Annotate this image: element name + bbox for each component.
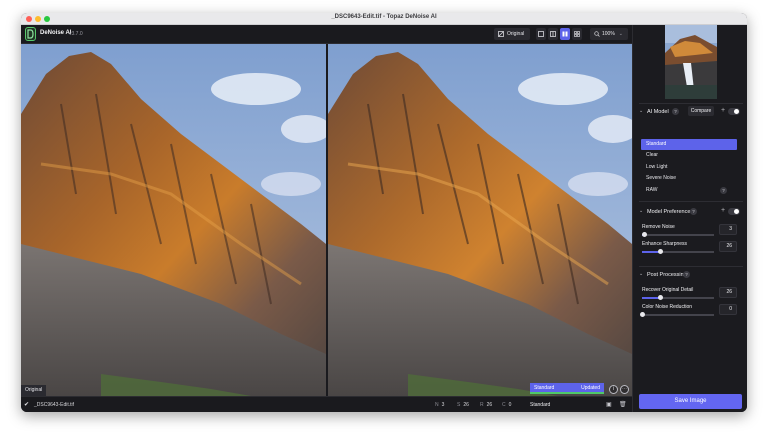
zoom-icon [594, 31, 600, 37]
model-option-standard[interactable]: Standard [641, 139, 737, 150]
chevron-down-icon[interactable]: ⌄ [639, 271, 643, 277]
single-view-button[interactable] [536, 28, 546, 40]
plus-icon[interactable]: + [721, 107, 725, 114]
show-original-button[interactable]: Original [494, 28, 530, 40]
slider-knob[interactable] [658, 295, 664, 300]
color-noise-slider[interactable] [639, 312, 714, 317]
original-preview-pane[interactable]: Original [21, 44, 326, 396]
help-icon[interactable]: ? [672, 108, 679, 115]
more-options-icon[interactable]: ⋯ [620, 385, 629, 394]
model-preferences-section-header: ⌄ Model Preferences ? + [639, 206, 743, 218]
app-logo-icon [25, 27, 36, 41]
app-window: _DSC9643-Edit.tif - Topaz DeNoise AI DeN… [21, 13, 747, 412]
compare-icon [498, 31, 504, 37]
enhance-sharpness-slider[interactable] [642, 249, 714, 254]
enhance-sharpness-value[interactable]: 26 [719, 241, 737, 252]
title-bar: _DSC9643-Edit.tif - Topaz DeNoise AI [21, 13, 747, 25]
ai-model-title: AI Model [647, 109, 669, 115]
camera-icon[interactable]: ▣ [606, 401, 612, 408]
divider [639, 201, 743, 202]
bottom-bar: ✔ _DSC9643-Edit.tif N3 S 26 R 26 C0 Standa… [21, 396, 632, 412]
model-preferences-toggle[interactable] [728, 208, 740, 215]
save-image-button[interactable]: Save Image [639, 394, 742, 409]
processed-preview-pane[interactable]: Standard Updated i ⋯ [328, 44, 632, 396]
stat-noise: N3 [435, 402, 445, 408]
chevron-down-icon[interactable]: ⌄ [639, 108, 643, 114]
post-processing-title: Post Processing [647, 272, 687, 278]
status-state: Updated [581, 385, 600, 391]
navigator-thumbnail[interactable] [665, 25, 717, 99]
app-version: v3.7.0 [69, 30, 83, 37]
remove-noise-value[interactable]: 3 [719, 224, 737, 235]
trash-icon[interactable]: 🗑 [619, 401, 627, 408]
slider-knob[interactable] [658, 249, 664, 254]
enhance-sharpness-label: Enhance Sharpness [642, 241, 688, 247]
window-title: _DSC9643-Edit.tif - Topaz DeNoise AI [331, 14, 437, 20]
stat-color: C0 [502, 402, 512, 408]
recover-detail-slider[interactable] [642, 295, 714, 300]
model-preferences-title: Model Preferences [647, 209, 694, 215]
show-original-label: Original [507, 31, 525, 37]
model-option-severe-noise[interactable]: Severe Noise [641, 173, 737, 184]
checkmark-icon[interactable]: ✔ [24, 401, 29, 408]
remove-noise-slider[interactable] [641, 232, 714, 237]
plus-icon[interactable]: + [721, 207, 725, 214]
remove-noise-label: Remove Noise [642, 224, 675, 230]
side-by-side-icon [562, 31, 568, 37]
single-view-icon [538, 31, 544, 37]
ai-model-toggle[interactable] [728, 108, 740, 115]
recover-detail-value[interactable]: 26 [719, 287, 737, 298]
processing-status-tag: Standard Updated [530, 383, 604, 394]
help-icon[interactable]: ? [690, 208, 697, 215]
slider-knob[interactable] [639, 312, 645, 317]
chevron-down-icon[interactable]: ⌄ [639, 208, 643, 214]
chevron-down-icon: ⌄ [618, 31, 623, 37]
help-icon[interactable]: ? [683, 271, 690, 278]
stat-sharpness: S 26 [457, 402, 469, 408]
color-noise-value[interactable]: 0 [719, 304, 737, 315]
ai-model-section-header: ⌄ AI Model ? Compare + [639, 106, 743, 118]
slider-knob[interactable] [641, 232, 647, 237]
split-view-icon [550, 31, 556, 37]
settings-sidebar: ⌄ AI Model ? Compare + Standard Clear Lo… [632, 25, 747, 412]
stat-recover: R 26 [480, 402, 493, 408]
status-model: Standard [534, 385, 555, 391]
split-view-button[interactable] [548, 28, 558, 40]
divider [639, 266, 743, 267]
mountain-photo-original [21, 44, 326, 396]
file-name: _DSC9643-Edit.tif [34, 402, 75, 408]
side-by-side-view-button[interactable] [560, 28, 570, 40]
bottom-model-name: Standard [530, 402, 551, 408]
app-name: DeNoise AI [40, 30, 72, 36]
model-option-low-light[interactable]: Low Light [641, 162, 737, 173]
top-toolbar: DeNoise AI v3.7.0 Original 100% ⌄ [21, 25, 632, 44]
zoom-value: 100% [602, 31, 615, 37]
grid-view-icon [574, 31, 580, 37]
original-label-tag: Original [21, 385, 47, 396]
color-noise-label: Color Noise Reduction [642, 304, 693, 310]
zoom-dropdown[interactable]: 100% ⌄ [590, 28, 628, 40]
post-processing-section-header: ⌄ Post Processing ? [639, 269, 743, 281]
mountain-photo-processed [328, 44, 632, 396]
compare-button[interactable]: Compare [688, 106, 714, 116]
model-option-clear[interactable]: Clear [641, 150, 737, 161]
info-icon[interactable]: i [609, 385, 618, 394]
grid-view-button[interactable] [572, 28, 582, 40]
divider [639, 103, 743, 104]
recover-detail-label: Recover Original Detail [642, 287, 694, 293]
raw-help-icon[interactable]: ? [720, 187, 727, 194]
